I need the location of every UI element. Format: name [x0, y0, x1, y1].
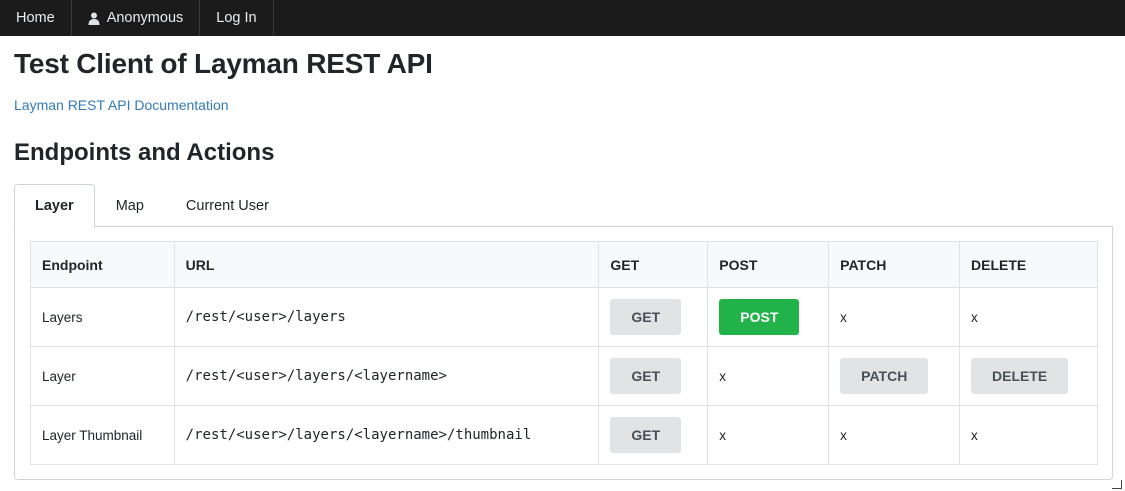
tab-panel-layer: Endpoint URL GET POST PATCH DELETE Layer…	[14, 226, 1113, 480]
patch-cell: x	[828, 405, 961, 465]
layer-delete-button[interactable]: DELETE	[971, 358, 1069, 394]
layers-post-button[interactable]: POST	[719, 299, 800, 335]
nav-login-label: Log In	[216, 10, 257, 26]
post-cell: x	[707, 346, 830, 406]
layers-get-button[interactable]: GET	[610, 299, 682, 335]
header-get: GET	[598, 241, 709, 288]
api-documentation-link[interactable]: Layman REST API Documentation	[14, 97, 229, 113]
page-title: Test Client of Layman REST API	[14, 48, 433, 79]
post-cell: x	[707, 405, 830, 465]
header-patch: PATCH	[828, 241, 961, 288]
table-row: Layers /rest/<user>/layers GET POST x x	[30, 287, 1098, 347]
nav-home-label: Home	[16, 10, 55, 26]
get-cell: GET	[598, 346, 709, 406]
resize-handle-icon	[1112, 480, 1122, 489]
section-title: Endpoints and Actions	[14, 139, 275, 166]
endpoint-name: Layer	[30, 346, 175, 406]
tab-map[interactable]: Map	[95, 184, 165, 227]
header-post: POST	[707, 241, 830, 288]
endpoints-table: Endpoint URL GET POST PATCH DELETE Layer…	[30, 241, 1098, 465]
endpoint-name: Layer Thumbnail	[30, 405, 175, 465]
delete-cell: x	[959, 287, 1098, 347]
get-cell: GET	[598, 405, 709, 465]
nav-home-link[interactable]: Home	[0, 0, 72, 36]
tab-layer[interactable]: Layer	[14, 184, 95, 228]
endpoint-url: /rest/<user>/layers/<layername>/thumbnai…	[173, 405, 600, 465]
nav-user-menu[interactable]: Anonymous	[72, 0, 201, 36]
endpoint-tabs: Layer Map Current User	[14, 184, 290, 228]
thumbnail-get-button[interactable]: GET	[610, 417, 682, 453]
endpoint-name: Layers	[30, 287, 175, 347]
get-cell: GET	[598, 287, 709, 347]
patch-cell: PATCH	[828, 346, 961, 406]
layer-patch-button[interactable]: PATCH	[840, 358, 929, 394]
header-url: URL	[173, 241, 600, 288]
post-cell: POST	[707, 287, 830, 347]
layer-get-button[interactable]: GET	[610, 358, 682, 394]
nav-login-link[interactable]: Log In	[200, 0, 274, 36]
nav-user-label: Anonymous	[106, 10, 184, 26]
delete-cell: x	[959, 405, 1098, 465]
table-row: Layer Thumbnail /rest/<user>/layers/<lay…	[30, 405, 1098, 465]
endpoint-url: /rest/<user>/layers/<layername>	[173, 346, 600, 406]
endpoint-url: /rest/<user>/layers	[173, 287, 600, 347]
delete-cell: DELETE	[959, 346, 1098, 406]
tab-current-user[interactable]: Current User	[165, 184, 290, 227]
table-row: Layer /rest/<user>/layers/<layername> GE…	[30, 346, 1098, 406]
patch-cell: x	[828, 287, 961, 347]
header-delete: DELETE	[959, 241, 1098, 288]
header-endpoint: Endpoint	[30, 241, 175, 288]
user-icon	[88, 12, 100, 25]
top-navbar: Home Anonymous Log In	[0, 0, 1125, 36]
table-header-row: Endpoint URL GET POST PATCH DELETE	[30, 241, 1098, 288]
